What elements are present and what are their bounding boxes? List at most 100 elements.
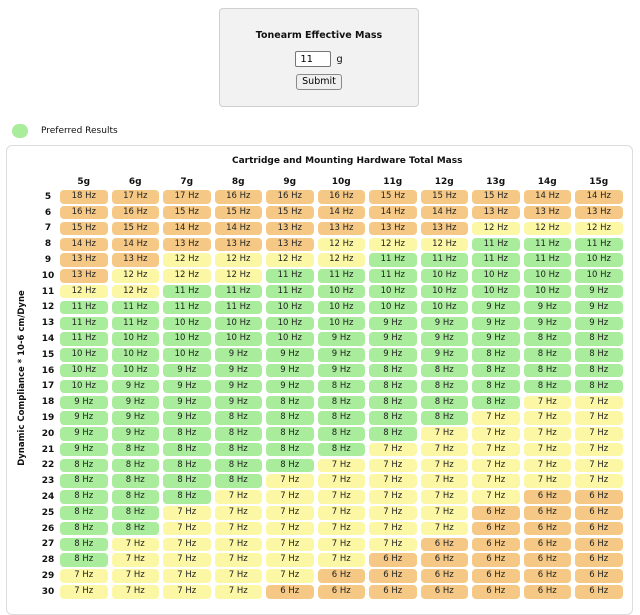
table-cell: 13 Hz	[573, 205, 625, 221]
table-cell: 6 Hz	[264, 584, 316, 600]
frequency-value: 7 Hz	[472, 474, 520, 488]
table-cell: 8 Hz	[58, 458, 110, 474]
frequency-value: 8 Hz	[163, 490, 211, 504]
frequency-value: 8 Hz	[420, 379, 468, 394]
frequency-value: 7 Hz	[369, 474, 417, 488]
table-cell: 8 Hz	[58, 505, 110, 521]
table-cell: 16 Hz	[316, 189, 368, 205]
table-cell: 10 Hz	[264, 331, 316, 347]
table-cell: 6 Hz	[419, 537, 471, 553]
table-cell: 7 Hz	[213, 552, 265, 568]
frequency-value: 8 Hz	[163, 427, 211, 441]
table-cell: 8 Hz	[264, 410, 316, 426]
table-cell: 14 Hz	[213, 221, 265, 237]
frequency-value: 7 Hz	[523, 395, 571, 409]
table-cell: 9 Hz	[522, 315, 574, 331]
table-cell: 7 Hz	[367, 537, 419, 553]
frequency-value: 10 Hz	[111, 332, 159, 346]
frequency-value: 7 Hz	[317, 521, 365, 536]
mass-input[interactable]	[295, 51, 332, 67]
table-cell: 8 Hz	[110, 473, 162, 489]
table-cell: 6 Hz	[522, 552, 574, 568]
table-cell: 7 Hz	[264, 537, 316, 553]
frequency-value: 10 Hz	[575, 253, 623, 267]
table-cell: 8 Hz	[110, 521, 162, 537]
frequency-value: 16 Hz	[266, 190, 314, 204]
table-row: 18 9 Hz 9 Hz 9 Hz 9 Hz 8 Hz 8 Hz 8 Hz 8 Hz 8 Hz 7 …	[38, 394, 625, 410]
table-cell: 7 Hz	[161, 584, 213, 600]
table-cell: 6 Hz	[522, 568, 574, 584]
table-cell: 6 Hz	[573, 489, 625, 505]
table-row: 12 11 Hz 11 Hz 11 Hz 11 Hz 10 Hz 10 Hz 10 Hz 10 …	[38, 300, 625, 316]
frequency-value: 15 Hz	[369, 190, 417, 204]
row-header: 17	[41, 381, 55, 392]
frequency-value: 13 Hz	[317, 221, 365, 236]
table-cell: 12 Hz	[316, 252, 368, 268]
frequency-value: 18 Hz	[60, 190, 108, 204]
table-cell: 9 Hz	[264, 363, 316, 379]
table-cell: 7 Hz	[367, 442, 419, 458]
frequency-value: 6 Hz	[472, 521, 520, 536]
table-cell: 12 Hz	[161, 268, 213, 284]
table-cell: 7 Hz	[264, 473, 316, 489]
frequency-value: 9 Hz	[214, 379, 262, 394]
table-cell: 8 Hz	[316, 426, 368, 442]
frequency-value: 9 Hz	[111, 427, 159, 441]
frequency-value: 15 Hz	[214, 205, 262, 220]
table-cell: 8 Hz	[522, 331, 574, 347]
frequency-value: 10 Hz	[111, 363, 159, 378]
table-cell: 7 Hz	[573, 410, 625, 426]
frequency-value: 9 Hz	[472, 332, 520, 346]
table-cell: 16 Hz	[213, 189, 265, 205]
frequency-value: 8 Hz	[111, 490, 159, 504]
table-cell: 13 Hz	[367, 221, 419, 237]
submit-button[interactable]: Submit	[296, 74, 342, 90]
frequency-value: 9 Hz	[317, 363, 365, 378]
table-cell: 14 Hz	[110, 236, 162, 252]
frequency-value: 7 Hz	[369, 490, 417, 504]
table-cell: 10 Hz	[161, 347, 213, 363]
table-cell: 7 Hz	[470, 489, 522, 505]
frequency-value: 7 Hz	[523, 411, 571, 425]
table-cell: 6 Hz	[522, 489, 574, 505]
table-cell: 7 Hz	[522, 473, 574, 489]
table-cell: 9 Hz	[161, 394, 213, 410]
frequency-value: 10 Hz	[472, 269, 520, 283]
table-cell: 14 Hz	[161, 221, 213, 237]
table-cell: 7 Hz	[470, 426, 522, 442]
table-cell: 8 Hz	[573, 363, 625, 379]
table-cell: 6 Hz	[470, 537, 522, 553]
table-cell: 6 Hz	[470, 521, 522, 537]
table-cell: 7 Hz	[470, 458, 522, 474]
frequency-value: 7 Hz	[420, 474, 468, 488]
table-cell: 6 Hz	[470, 505, 522, 521]
frequency-value: 16 Hz	[60, 205, 108, 220]
frequency-value: 10 Hz	[317, 316, 365, 331]
table-cell: 7 Hz	[213, 584, 265, 600]
column-header: 15g	[589, 177, 609, 187]
table-cell: 12 Hz	[419, 236, 471, 252]
table-cell: 7 Hz	[213, 489, 265, 505]
table-cell: 11 Hz	[213, 300, 265, 316]
frequency-value: 10 Hz	[369, 284, 417, 299]
frequency-value: 8 Hz	[266, 395, 314, 409]
table-cell: 7 Hz	[573, 394, 625, 410]
table-cell: 12 Hz	[110, 284, 162, 300]
frequency-value: 6 Hz	[523, 553, 571, 567]
frequency-value: 7 Hz	[472, 427, 520, 441]
frequency-value: 7 Hz	[317, 553, 365, 567]
table-cell: 7 Hz	[161, 521, 213, 537]
frequency-value: 8 Hz	[60, 537, 108, 552]
mass-input-row: g	[220, 51, 418, 67]
table-cell: 14 Hz	[573, 189, 625, 205]
table-row: 19 9 Hz 9 Hz 9 Hz 8 Hz 8 Hz 8 Hz 8 Hz 8 Hz 7 Hz 7 …	[38, 410, 625, 426]
row-header: 29	[41, 571, 55, 582]
row-header: 23	[41, 476, 55, 487]
frequency-value: 6 Hz	[523, 521, 571, 536]
table-cell: 9 Hz	[419, 331, 471, 347]
frequency-value: 9 Hz	[214, 395, 262, 409]
table-cell: 10 Hz	[58, 363, 110, 379]
frequency-value: 9 Hz	[60, 395, 108, 409]
table-cell: 17 Hz	[161, 189, 213, 205]
table-cell: 15 Hz	[367, 189, 419, 205]
